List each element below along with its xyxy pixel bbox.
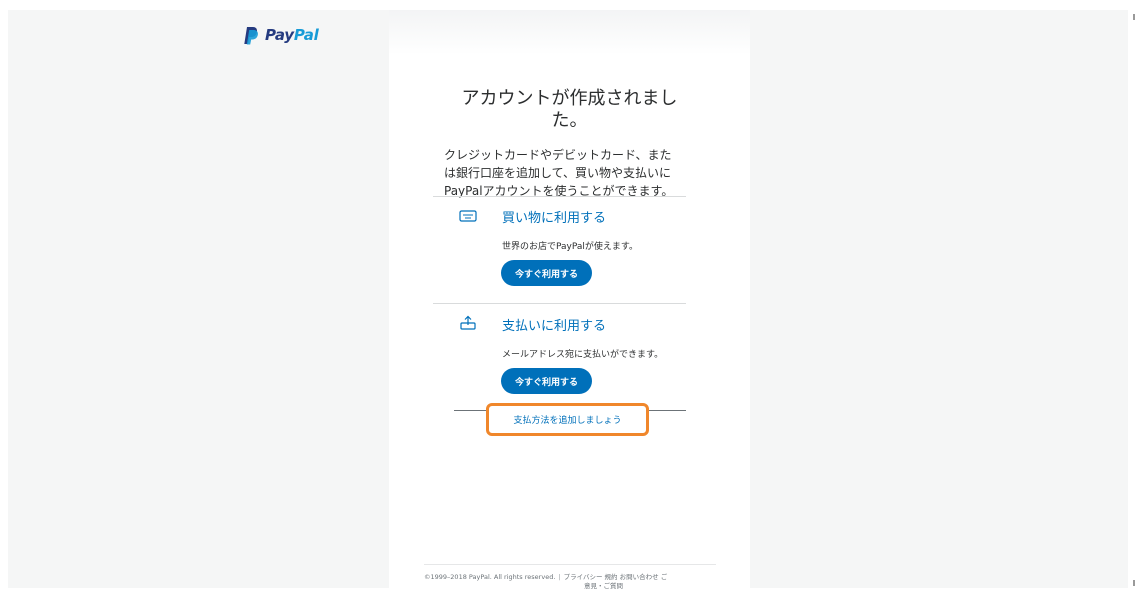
description-line: は銀行口座を追加して、買い物や支払いに [444,166,672,180]
paypal-wordmark: PayPal [265,26,319,44]
footer: ©1999–2018 PayPal. All rights reserved. |… [424,573,724,591]
divider [433,303,686,304]
description-line: PayPalアカウントを使うことができます。 [444,184,674,198]
section-desc-payments: メールアドレス宛に支払いができます。 [502,350,664,360]
page-title: アカウントが作成されまし た。 [389,88,750,132]
page-description: クレジットカードやデビットカード、また は銀行口座を追加して、買い物や支払いに … [444,146,704,200]
footer-link-feedback[interactable]: ご [661,573,668,581]
footer-overflow: 意見・ご質問 [424,582,724,591]
use-now-payments-button[interactable]: 今すぐ利用する [501,368,592,394]
main-card: アカウントが作成されまし た。 クレジットカードやデビットカード、また は銀行口… [389,10,750,588]
copyright-text: ©1999–2018 PayPal. All rights reserved. [424,573,556,581]
footer-separator: | [558,573,561,581]
title-line-2: た。 [551,110,588,131]
section-desc-shopping: 世界のお店でPayPalが使えます。 [502,242,639,252]
scroll-up-arrow[interactable] [1133,14,1135,20]
add-payment-method-link[interactable]: 支払方法を追加しましょう [486,403,649,436]
paypal-logo-icon [244,26,258,44]
send-payment-icon [458,315,478,331]
footer-link-terms[interactable]: 規約 [605,573,618,581]
footer-divider [424,564,716,565]
paypal-logo[interactable]: PayPal [243,24,319,46]
paypal-card-icon [458,208,478,224]
scrollbar[interactable] [1128,0,1136,588]
footer-link-contact[interactable]: お問い合わせ [620,573,659,581]
scroll-down-arrow[interactable] [1133,580,1135,586]
description-line: クレジットカードやデビットカード、また [444,148,672,162]
footer-link-feedback-cont[interactable]: 意見・ご質問 [584,582,623,590]
divider [433,196,686,197]
footer-link-privacy[interactable]: プライバシー [564,573,603,581]
title-line-1: アカウントが作成されまし [461,88,678,109]
use-now-shopping-button[interactable]: 今すぐ利用する [501,260,592,286]
section-title-payments[interactable]: 支払いに利用する [502,315,606,334]
section-title-shopping[interactable]: 買い物に利用する [502,207,606,226]
